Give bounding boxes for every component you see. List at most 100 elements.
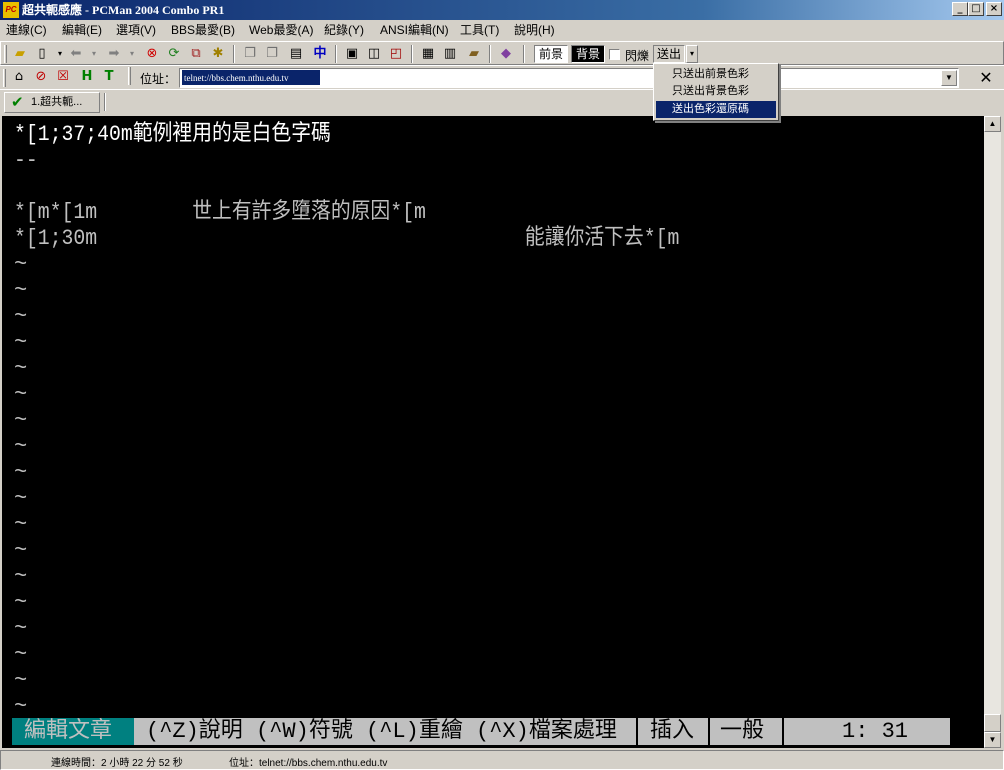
insert-mode-label: 插入 (650, 719, 695, 744)
tab-bar: ✔ 1.超共軛... (0, 89, 1004, 114)
empty-line-tilde: ~ (14, 304, 28, 329)
address-label: 位址： (140, 72, 177, 86)
chinese-convert-icon[interactable]: 中 (311, 45, 329, 63)
status-divider (636, 718, 638, 745)
blink-checkbox[interactable] (609, 49, 620, 60)
minimize-button[interactable]: _ (952, 2, 968, 16)
title-bar: PC 超共軛感應 - PCMan 2004 Combo PR1 _ □ × (0, 0, 1004, 20)
status-divider (782, 718, 784, 745)
terminal-line: -- (14, 148, 38, 173)
disconnect-icon[interactable]: ⧉ (187, 45, 205, 63)
empty-line-tilde: ~ (14, 486, 28, 511)
forward-dropdown-icon[interactable]: ▾ (123, 45, 141, 63)
connected-check-icon: ✔ (11, 93, 24, 111)
connection-time: 連線時間：2 小時 22 分 52 秒 (51, 758, 183, 769)
back-dropdown-icon[interactable]: ▾ (85, 45, 103, 63)
menu-tools[interactable]: 工具(T) (460, 23, 499, 37)
cursor-position: 1: 31 (842, 719, 909, 744)
menu-bbs-favorites[interactable]: BBS最愛(B) (171, 23, 235, 37)
send-button[interactable]: 送出 (653, 45, 685, 63)
stop-icon[interactable]: ⊗ (143, 45, 161, 63)
close-tab-icon[interactable]: ✕ (976, 68, 996, 88)
menu-web-favorites[interactable]: Web最愛(A) (249, 23, 313, 37)
h-icon[interactable]: H (78, 68, 96, 86)
window-icon[interactable]: ◰ (387, 45, 405, 63)
scroll-up-arrow[interactable]: ▲ (984, 116, 1001, 132)
scroll-thumb[interactable] (984, 714, 1001, 732)
lock-icon[interactable]: ▰ (465, 45, 483, 63)
vertical-scrollbar[interactable]: ▲ ▼ (984, 116, 1001, 748)
empty-line-tilde: ~ (14, 538, 28, 563)
favorites-icon[interactable]: ✱ (209, 45, 227, 63)
empty-line-tilde: ~ (14, 694, 28, 719)
new-document-icon[interactable]: ▯ (33, 45, 51, 63)
open-folder-icon[interactable]: ▰ (11, 45, 29, 63)
toolbar-separator (233, 45, 235, 63)
tab-separator (104, 93, 106, 111)
empty-line-tilde: ~ (14, 564, 28, 589)
empty-line-tilde: ~ (14, 590, 28, 615)
menu-item-send-background[interactable]: 只送出背景色彩 (656, 83, 776, 100)
tab-connection-1[interactable]: ✔ 1.超共軛... (4, 92, 100, 113)
t-icon[interactable]: T (100, 68, 118, 86)
send-dropdown-arrow[interactable]: ▾ (686, 45, 698, 63)
close-button[interactable]: × (986, 2, 1002, 16)
settings-icon[interactable]: ◫ (365, 45, 383, 63)
toolbar-grip[interactable] (3, 69, 6, 87)
window-title: 超共軛感應 - PCMan 2004 Combo PR1 (22, 3, 225, 17)
home-icon[interactable]: ⌂ (10, 68, 28, 86)
terminal-screen[interactable]: *[1;37;40m範例裡用的是白色字碼 -- *[m*[1m 世上有許多墮落的… (2, 116, 984, 748)
menu-log[interactable]: 紀錄(Y) (324, 23, 364, 37)
maximize-button[interactable]: □ (968, 2, 984, 16)
toolbar-grip[interactable] (128, 67, 131, 85)
delete-icon[interactable]: ☒ (54, 68, 72, 86)
scroll-down-arrow[interactable]: ▼ (984, 732, 1001, 748)
send-dropdown-menu: 只送出前景色彩 只送出背景色彩 送出色彩還原碼 (653, 63, 779, 121)
book-icon[interactable]: ◆ (497, 45, 515, 63)
menu-ansi-edit[interactable]: ANSI編輯(N) (380, 23, 449, 37)
copy-icon[interactable]: ❐ (241, 45, 259, 63)
tab-label: 1.超共軛... (31, 96, 83, 108)
address-input[interactable] (182, 70, 320, 85)
blink-label: 閃爍 (625, 49, 650, 63)
toolbar-separator (489, 45, 491, 63)
copy-ansi-icon[interactable]: ❐ (263, 45, 281, 63)
terminal-line: *[1;37;40m範例裡用的是白色字碼 (14, 122, 331, 147)
address-dropdown-arrow[interactable]: ▼ (941, 70, 957, 86)
toolbar-separator (411, 45, 413, 63)
menu-edit[interactable]: 編輯(E) (62, 23, 102, 37)
main-toolbar: ▰ ▯ ▾ ⬅ ▾ ➡ ▾ ⊗ ⟳ ⧉ ✱ ❐ ❐ ▤ 中 ▣ ◫ ◰ ▦ ▥ … (0, 41, 1004, 65)
ansi-table-icon[interactable]: ▥ (441, 45, 459, 63)
editor-help-keys: (^Z)說明 (^W)符號 (^L)重繪 (^X)檔案處理 (146, 719, 617, 744)
menu-item-send-reset[interactable]: 送出色彩還原碼 (656, 101, 776, 118)
app-icon[interactable]: PC (3, 2, 19, 18)
menu-connection[interactable]: 連線(C) (6, 23, 47, 37)
empty-line-tilde: ~ (14, 408, 28, 433)
help-doc-icon[interactable]: ▣ (343, 45, 361, 63)
edit-mode-label: 編輯文章 (12, 718, 134, 745)
toolbar-separator (523, 45, 525, 63)
empty-line-tilde: ~ (14, 434, 28, 459)
address-toolbar: ⌂ ⊘ ☒ H T 位址： ▼ ✕ (0, 65, 1004, 89)
empty-line-tilde: ~ (14, 460, 28, 485)
ansi-color-icon[interactable]: ▦ (419, 45, 437, 63)
menu-item-send-foreground[interactable]: 只送出前景色彩 (656, 66, 776, 83)
address-combo[interactable]: ▼ (179, 68, 959, 88)
terminal-line: *[1;30m 能讓你活下去*[m (14, 226, 680, 251)
background-color-button[interactable]: 背景 (571, 45, 605, 63)
menu-options[interactable]: 選項(V) (116, 23, 156, 37)
toolbar-grip[interactable] (4, 45, 7, 63)
back-icon[interactable]: ⬅ (67, 45, 85, 63)
foreground-color-button[interactable]: 前景 (534, 45, 568, 63)
empty-line-tilde: ~ (14, 382, 28, 407)
toolbar-separator (335, 45, 337, 63)
status-bar: 連線時間：2 小時 22 分 52 秒 位址：telnet://bbs.chem… (0, 750, 1004, 770)
forward-icon[interactable]: ➡ (105, 45, 123, 63)
block-icon[interactable]: ⊘ (32, 68, 50, 86)
menu-help[interactable]: 說明(H) (514, 23, 555, 37)
empty-line-tilde: ~ (14, 512, 28, 537)
empty-line-tilde: ~ (14, 642, 28, 667)
empty-line-tilde: ~ (14, 278, 28, 303)
paste-icon[interactable]: ▤ (287, 45, 305, 63)
refresh-icon[interactable]: ⟳ (165, 45, 183, 63)
